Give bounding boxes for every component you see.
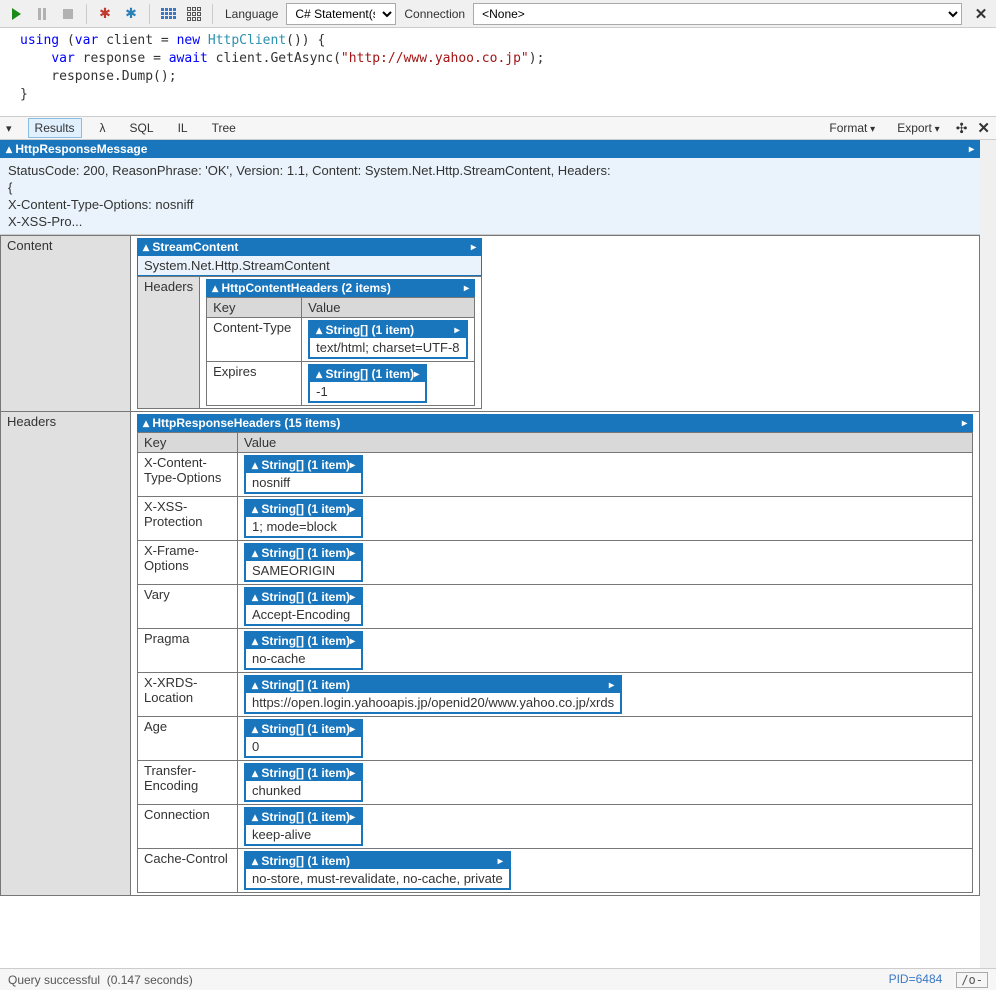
string-value: 1; mode=block: [246, 517, 361, 536]
main-toolbar: ✱ ✱ Language C# Statement(s) Connection …: [0, 0, 996, 28]
close-results-icon[interactable]: ✕: [977, 119, 990, 137]
header-value-cell: String[] (1 item)▸SAMEORIGIN: [238, 541, 973, 585]
string-array-box[interactable]: String[] (1 item)▸text/html; charset=UTF…: [308, 320, 467, 359]
tab-results[interactable]: Results: [28, 118, 82, 138]
header-value-cell: String[] (1 item)▸keep-alive: [238, 805, 973, 849]
status-pid: PID=6484: [889, 972, 943, 988]
header-value-cell: String[] (1 item)▸1; mode=block: [238, 497, 973, 541]
header-key: Connection: [138, 805, 238, 849]
header-key: Cache-Control: [138, 849, 238, 893]
scrollbar[interactable]: [980, 140, 996, 968]
header-key: Vary: [138, 585, 238, 629]
string-array-box[interactable]: String[] (1 item)▸keep-alive: [244, 807, 363, 846]
header-value-cell: String[] (1 item)▸-1: [302, 362, 475, 406]
close-tab-button[interactable]: ✕: [970, 5, 992, 23]
string-array-box[interactable]: String[] (1 item)▸chunked: [244, 763, 363, 802]
header-key: X-Frame-Options: [138, 541, 238, 585]
status-bar: Query successful (0.147 seconds) PID=648…: [0, 968, 996, 990]
results-pane[interactable]: HttpResponseMessage▸ StatusCode: 200, Re…: [0, 140, 996, 968]
string-array-box[interactable]: String[] (1 item)▸https://open.login.yah…: [244, 675, 622, 714]
string-value: Accept-Encoding: [246, 605, 361, 624]
string-value: keep-alive: [246, 825, 361, 844]
string-value: no-cache: [246, 649, 361, 668]
detach-icon[interactable]: ✣: [956, 120, 968, 137]
header-key: Expires: [207, 362, 302, 406]
tab-tree[interactable]: Tree: [206, 119, 242, 137]
tab-sql[interactable]: SQL: [124, 119, 160, 137]
dump-summary: StatusCode: 200, ReasonPhrase: 'OK', Ver…: [0, 158, 980, 235]
status-opt: /o-: [956, 972, 988, 988]
debug-button[interactable]: ✱: [93, 3, 117, 25]
tab-il[interactable]: IL: [172, 119, 194, 137]
pause-button: [30, 3, 54, 25]
connection-label: Connection: [398, 7, 471, 21]
string-array-box[interactable]: String[] (1 item)▸no-store, must-revalid…: [244, 851, 511, 890]
header-value-cell: String[] (1 item)▸https://open.login.yah…: [238, 673, 973, 717]
string-array-box[interactable]: String[] (1 item)▸no-cache: [244, 631, 363, 670]
results-tabbar: Results λ SQL IL Tree Format Export ✣ ✕: [0, 116, 996, 140]
string-value: chunked: [246, 781, 361, 800]
header-value-cell: String[] (1 item)▸0: [238, 717, 973, 761]
dump-table: Content StreamContent▸ System.Net.Http.S…: [0, 235, 980, 896]
header-key: Transfer-Encoding: [138, 761, 238, 805]
string-array-box[interactable]: String[] (1 item)▸1; mode=block: [244, 499, 363, 538]
datagrid-button[interactable]: [182, 3, 206, 25]
header-value-cell: String[] (1 item)▸nosniff: [238, 453, 973, 497]
header-value-cell: String[] (1 item)▸text/html; charset=UTF…: [302, 318, 475, 362]
string-array-box[interactable]: String[] (1 item)▸SAMEORIGIN: [244, 543, 363, 582]
string-value: nosniff: [246, 473, 361, 492]
header-value-cell: String[] (1 item)▸no-cache: [238, 629, 973, 673]
string-array-box[interactable]: String[] (1 item)▸Accept-Encoding: [244, 587, 363, 626]
run-button[interactable]: [4, 3, 28, 25]
code-editor[interactable]: using (var client = new HttpClient()) { …: [0, 28, 996, 116]
content-key: Content: [1, 236, 131, 412]
grid-view-button[interactable]: [156, 3, 180, 25]
dump-root-header[interactable]: HttpResponseMessage▸: [0, 140, 980, 158]
streamcontent-caption: System.Net.Http.StreamContent: [137, 256, 482, 276]
export-menu[interactable]: Export: [891, 119, 946, 137]
header-value-cell: String[] (1 item)▸chunked: [238, 761, 973, 805]
headers-key-outer: Headers: [1, 412, 131, 896]
streamcontent-header[interactable]: StreamContent▸: [137, 238, 482, 256]
language-select[interactable]: C# Statement(s): [286, 3, 396, 25]
response-headers-header[interactable]: HttpResponseHeaders (15 items)▸: [137, 414, 973, 432]
format-menu[interactable]: Format: [823, 119, 881, 137]
debug-alt-button[interactable]: ✱: [119, 3, 143, 25]
stop-button: [56, 3, 80, 25]
string-value: no-store, must-revalidate, no-cache, pri…: [246, 869, 509, 888]
tab-lambda[interactable]: λ: [94, 119, 112, 137]
header-key: Age: [138, 717, 238, 761]
string-array-box[interactable]: String[] (1 item)▸nosniff: [244, 455, 363, 494]
string-value: -1: [310, 382, 425, 401]
language-label: Language: [219, 7, 284, 21]
connection-select[interactable]: <None>: [473, 3, 962, 25]
header-key: X-XSS-Protection: [138, 497, 238, 541]
string-array-box[interactable]: String[] (1 item)▸0: [244, 719, 363, 758]
header-key: X-XRDS-Location: [138, 673, 238, 717]
header-key: Content-Type: [207, 318, 302, 362]
string-value: SAMEORIGIN: [246, 561, 361, 580]
string-value: https://open.login.yahooapis.jp/openid20…: [246, 693, 620, 712]
header-value-cell: String[] (1 item)▸Accept-Encoding: [238, 585, 973, 629]
status-message: Query successful (0.147 seconds): [8, 973, 193, 987]
string-value: text/html; charset=UTF-8: [310, 338, 465, 357]
header-key: Pragma: [138, 629, 238, 673]
string-array-box[interactable]: String[] (1 item)▸-1: [308, 364, 427, 403]
headers-key: Headers: [138, 277, 200, 409]
collapse-icon[interactable]: [6, 121, 16, 135]
header-key: X-Content-Type-Options: [138, 453, 238, 497]
string-value: 0: [246, 737, 361, 756]
content-headers-header[interactable]: HttpContentHeaders (2 items)▸: [206, 279, 475, 297]
header-value-cell: String[] (1 item)▸no-store, must-revalid…: [238, 849, 973, 893]
